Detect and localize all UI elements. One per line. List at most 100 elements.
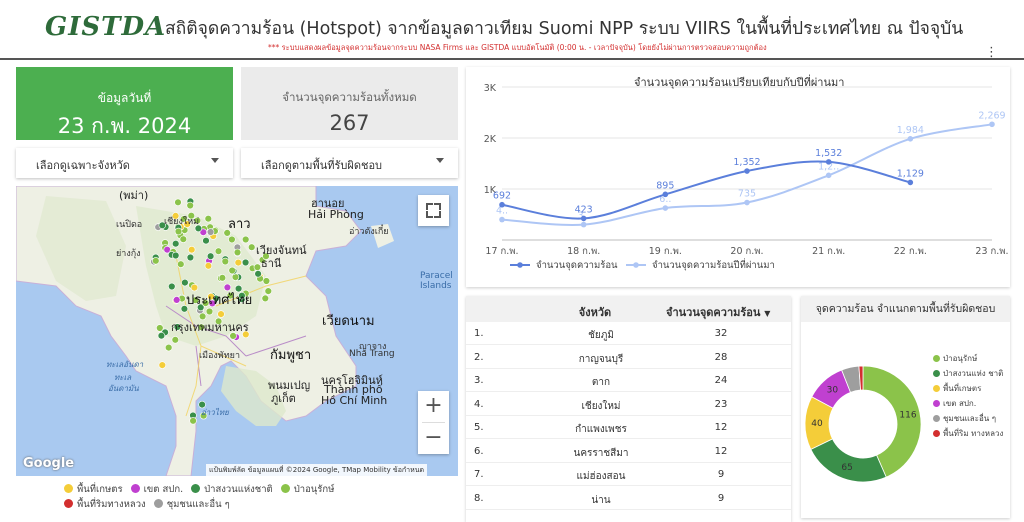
donut-slice-label: 40: [811, 419, 823, 429]
map-label-naypyidaw: เนปิดอ: [116, 220, 143, 230]
hotspot-marker[interactable]: [157, 332, 166, 340]
hotspot-marker[interactable]: [206, 228, 215, 236]
hotspot-marker[interactable]: [242, 235, 250, 244]
hotspot-marker[interactable]: [261, 294, 270, 303]
hotspot-marker[interactable]: [173, 296, 181, 304]
data-point[interactable]: [580, 215, 587, 222]
donut-legend-item[interactable]: เขต สปก.: [933, 399, 1008, 409]
hotspot-marker[interactable]: [179, 235, 188, 243]
col-count-header[interactable]: จำนวนจุดความร้อน ▼: [666, 303, 786, 321]
kebab-menu-icon[interactable]: ⋮: [985, 46, 998, 60]
map-legend-item[interactable]: ป่าสงวนแห่งชาติ: [191, 482, 273, 497]
donut-legend-item[interactable]: พื้นที่เกษตร: [933, 384, 1008, 394]
row-province: เชียงใหม่: [581, 400, 621, 412]
data-point[interactable]: [825, 172, 832, 179]
data-point[interactable]: [907, 179, 914, 186]
table-row[interactable]: 5. กำแพงเพชร 12: [466, 416, 791, 439]
hotspot-marker[interactable]: [174, 227, 183, 236]
sort-desc-icon[interactable]: ▼: [764, 309, 770, 318]
data-point[interactable]: [744, 199, 750, 206]
hotspot-marker[interactable]: [217, 310, 225, 318]
data-point[interactable]: [825, 159, 832, 165]
hotspot-marker[interactable]: [221, 257, 230, 266]
hotspot-marker[interactable]: [262, 277, 271, 285]
donut-legend-item[interactable]: ชุมชนและอื่น ๆ: [933, 414, 1008, 424]
map-legend-item[interactable]: พื้นที่ริมทางหลวง: [64, 497, 146, 512]
zoom-in-button[interactable]: +: [418, 391, 449, 422]
hotspot-marker[interactable]: [234, 258, 243, 267]
data-point[interactable]: [499, 201, 505, 208]
donut-legend-label: เขต สปก.: [943, 399, 977, 408]
hotspot-marker[interactable]: [248, 243, 256, 251]
data-point[interactable]: [744, 168, 750, 174]
data-point[interactable]: [662, 205, 669, 211]
data-point[interactable]: [907, 136, 914, 142]
hotspot-marker[interactable]: [206, 252, 215, 260]
hotspot-marker[interactable]: [174, 198, 182, 206]
hotspot-marker[interactable]: [202, 236, 210, 245]
hotspot-map[interactable]: (พม่า) ลาว ฮานอย Hải Phòng อ่าวตังเกี๋ย …: [16, 186, 458, 476]
hotspot-marker[interactable]: [186, 253, 195, 262]
page-subtitle: *** ระบบแสดงผลข้อมูลจุดความร้อนจากระบบ N…: [268, 43, 767, 52]
table-row[interactable]: 4. เชียงใหม่ 23: [466, 393, 791, 416]
table-row[interactable]: 3. ตาก 24: [466, 369, 791, 392]
hotspot-marker[interactable]: [228, 266, 236, 275]
total-value: 267: [329, 111, 370, 135]
hotspot-marker[interactable]: [186, 201, 194, 210]
zoom-out-button[interactable]: −: [418, 423, 449, 454]
fullscreen-button[interactable]: [418, 195, 449, 226]
table-row[interactable]: 7. แม่ฮ่องสอน 9: [466, 463, 791, 486]
area-filter-dropdown[interactable]: เลือกดูตามพื้นที่รับผิดชอบ: [241, 148, 458, 178]
data-point[interactable]: [580, 221, 587, 228]
row-province: กำแพงเพชร: [575, 424, 627, 435]
donut-legend-item[interactable]: ป่าอนุรักษ์: [933, 354, 1008, 364]
hotspot-marker[interactable]: [228, 235, 236, 244]
hotspot-marker[interactable]: [253, 263, 262, 271]
hotspot-marker[interactable]: [264, 287, 273, 295]
table-row[interactable]: 8. น่าน 9: [466, 487, 791, 510]
table-row[interactable]: 6. นครราชสีมา 12: [466, 440, 791, 463]
line-legend-label[interactable]: จำนวนจุดความร้อนปีที่ผ่านมา: [652, 258, 775, 271]
hotspot-marker[interactable]: [189, 417, 197, 425]
hotspot-marker[interactable]: [165, 343, 173, 352]
hotspot-marker[interactable]: [172, 251, 180, 260]
donut-legend-item[interactable]: ป่าสงวนแห่ง ชาติ: [933, 369, 1008, 379]
data-point[interactable]: [499, 216, 505, 223]
map-legend-label: ป่าอนุรักษ์: [293, 484, 335, 495]
hotspot-marker[interactable]: [177, 260, 185, 268]
hotspot-marker[interactable]: [168, 282, 176, 291]
hotspot-marker[interactable]: [188, 245, 196, 254]
row-rank: 3.: [474, 375, 484, 386]
table-row[interactable]: 2. กาญจนบุรี 28: [466, 346, 791, 369]
map-legend-item[interactable]: เขต สปก.: [130, 482, 183, 497]
hotspot-marker[interactable]: [172, 239, 180, 248]
province-filter-dropdown[interactable]: เลือกดูเฉพาะจังหวัด: [16, 148, 233, 178]
hotspot-marker[interactable]: [158, 361, 167, 369]
map-legend-item[interactable]: ป่าอนุรักษ์: [280, 482, 335, 497]
table-row[interactable]: 1. ชัยภูมิ 32: [466, 322, 791, 345]
donut-legend: ป่าอนุรักษ์ป่าสงวนแห่ง ชาติพื้นที่เกษตรเ…: [933, 354, 1008, 444]
map-legend-item[interactable]: ชุมชนและอื่น ๆ: [153, 497, 230, 512]
donut-legend-item[interactable]: พื้นที่ริม ทางหลวง: [933, 429, 1008, 439]
hotspot-marker[interactable]: [181, 278, 189, 287]
map-legend-item[interactable]: พื้นที่เกษตร: [64, 482, 123, 497]
hotspot-marker[interactable]: [218, 274, 227, 282]
donut-slice[interactable]: [810, 438, 887, 483]
line-legend-label[interactable]: จำนวนจุดความร้อน: [536, 260, 618, 271]
hotspot-marker[interactable]: [171, 336, 180, 344]
data-point[interactable]: [989, 121, 995, 128]
legend-dot-icon: [933, 400, 940, 407]
col-province-header[interactable]: จังหวัด: [550, 303, 640, 321]
hotspot-marker[interactable]: [204, 215, 213, 223]
map-attribution[interactable]: แป้นพิมพ์ลัด ข้อมูลแผนที่ ©2024 Google, …: [206, 464, 428, 476]
hotspot-marker[interactable]: [241, 258, 250, 267]
data-point[interactable]: [662, 191, 669, 198]
hotspot-marker[interactable]: [204, 262, 213, 270]
donut-legend-label: พื้นที่ริม ทางหลวง: [943, 429, 1004, 438]
map-label-laos: ลาว: [228, 217, 251, 232]
hotspot-marker[interactable]: [233, 248, 242, 257]
legend-dot-icon: [130, 484, 140, 493]
hotspot-marker[interactable]: [214, 247, 223, 255]
area-filter-label: เลือกดูตามพื้นที่รับผิดชอบ: [261, 159, 383, 172]
hotspot-marker[interactable]: [152, 257, 160, 265]
